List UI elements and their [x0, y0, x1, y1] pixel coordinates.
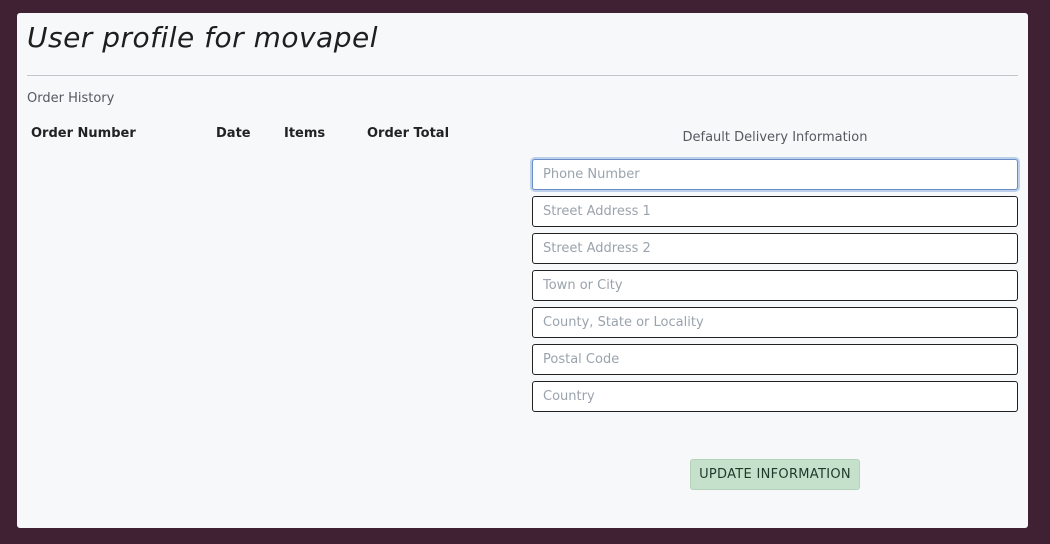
town-or-city-input[interactable]: [532, 270, 1018, 301]
order-history-table: Order Number Date Items Order Total: [27, 123, 483, 141]
street-address-2-input[interactable]: [532, 233, 1018, 264]
delivery-heading: Default Delivery Information: [682, 130, 868, 145]
title-divider: [27, 75, 1018, 76]
order-history-label: Order History: [27, 91, 115, 106]
country-input[interactable]: [532, 381, 1018, 412]
delivery-form: Default Delivery Information: [532, 130, 1018, 418]
column-order-number: Order Number: [31, 126, 136, 141]
column-order-total: Order Total: [367, 126, 450, 141]
column-date: Date: [216, 126, 251, 141]
phone-number-input[interactable]: [532, 159, 1018, 190]
page-title: User profile for movapel: [27, 21, 378, 54]
postal-code-input[interactable]: [532, 344, 1018, 375]
column-items: Items: [284, 126, 326, 141]
street-address-1-input[interactable]: [532, 196, 1018, 227]
table-header-row: Order Number Date Items Order Total: [27, 123, 483, 141]
county-state-input[interactable]: [532, 307, 1018, 338]
profile-card: User profile for movapel Order History O…: [17, 13, 1028, 528]
update-information-button[interactable]: UPDATE INFORMATION: [690, 459, 860, 490]
